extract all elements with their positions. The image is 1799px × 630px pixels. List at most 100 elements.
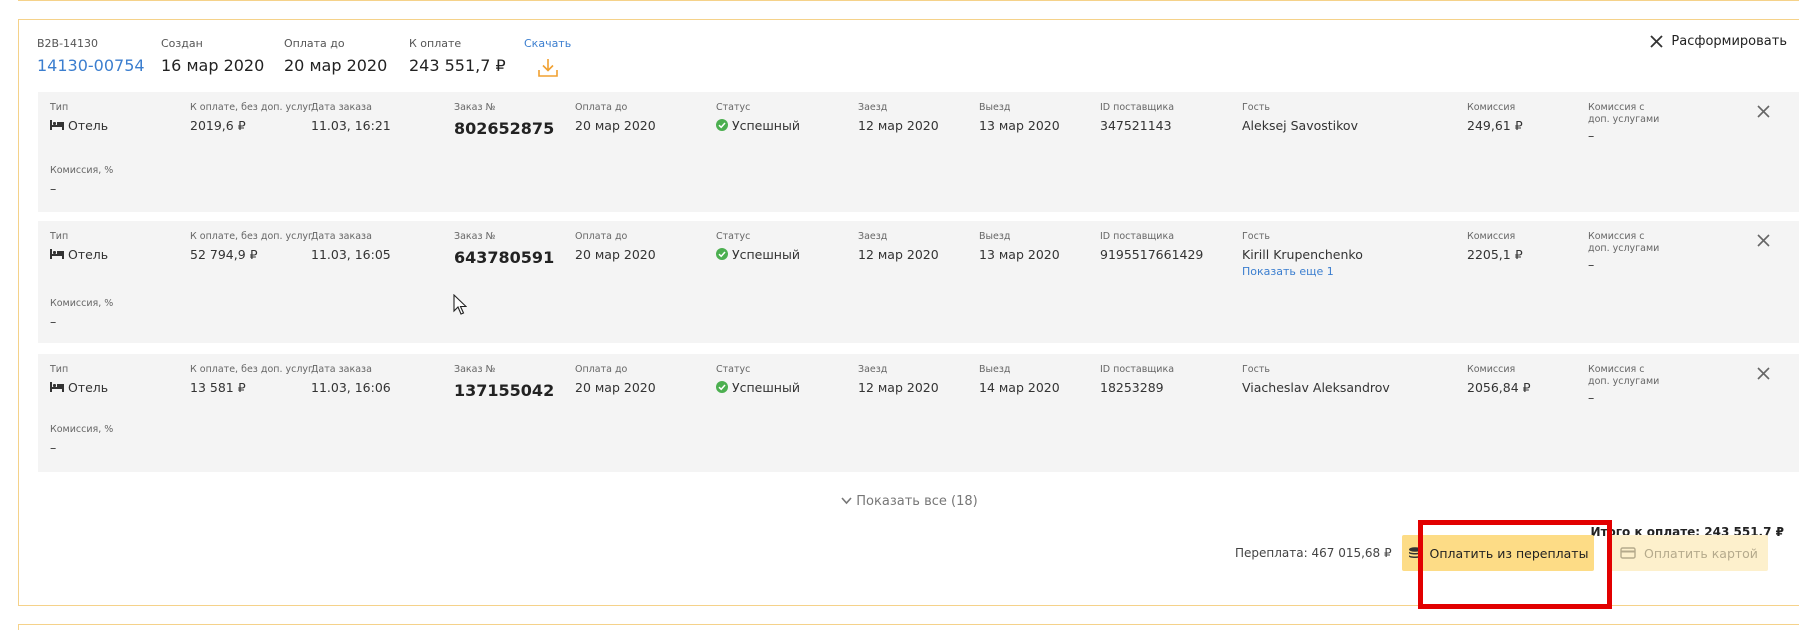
- status-value: Успешный: [716, 380, 800, 396]
- check-out-cell: Выезд 13 мар 2020: [979, 231, 1060, 263]
- status-label: Статус: [716, 231, 751, 242]
- commission-extras-value: –: [1588, 390, 1595, 405]
- status-text: Успешный: [732, 380, 800, 395]
- check-in-value: 12 мар 2020: [858, 380, 939, 395]
- commission-extras-value: –: [1588, 128, 1595, 143]
- type-text: Отель: [68, 247, 109, 262]
- created-label: Создан: [161, 37, 203, 50]
- status-value: Успешный: [716, 118, 800, 134]
- supplier-id-cell: ID поставщика 18253289: [1100, 364, 1174, 396]
- payment-due-cell: Оплата до 20 мар 2020: [575, 231, 656, 263]
- supplier-id-value: 347521143: [1100, 118, 1172, 133]
- commission-cell: Комиссия 2205,1 ₽: [1467, 231, 1523, 263]
- order-date-value: 11.03, 16:21: [311, 118, 391, 133]
- check-out-value: 13 мар 2020: [979, 247, 1060, 262]
- order-date-cell: Дата заказа 11.03, 16:06: [311, 364, 391, 396]
- guest-cell: Гость Aleksej Savostikov: [1242, 102, 1358, 134]
- check-in-label: Заезд: [858, 231, 888, 242]
- status-text: Успешный: [732, 247, 800, 262]
- commission-pct-value: –: [50, 314, 57, 329]
- check-out-label: Выезд: [979, 231, 1011, 242]
- order-no-value: 802652875: [454, 119, 555, 138]
- status-cell: Статус Успешный: [716, 364, 800, 396]
- commission-label: Комиссия: [1467, 102, 1516, 113]
- status-value: Успешный: [716, 247, 800, 263]
- type-label: Тип: [50, 102, 69, 113]
- order-date-value: 11.03, 16:06: [311, 380, 391, 395]
- commission-extras-cell: Комиссия с доп. услугами –: [1588, 364, 1668, 406]
- amount-value: 52 794,9 ₽: [190, 247, 258, 262]
- commission-value: 2056,84 ₽: [1467, 380, 1531, 395]
- credit-card-icon: [1620, 547, 1636, 559]
- commission-cell: Комиссия 2056,84 ₽: [1467, 364, 1531, 396]
- b2b-id: B2B-14130: [37, 37, 99, 50]
- guest-cell: Гость Kirill Krupenchenko Показать еще 1: [1242, 231, 1363, 279]
- order-date-cell: Дата заказа 11.03, 16:21: [311, 102, 391, 134]
- pay-by-card-button[interactable]: Оплатить картой: [1610, 535, 1768, 571]
- type-value: Отель: [50, 118, 108, 134]
- amount-label: К оплате, без доп. услуг: [190, 364, 314, 375]
- to-pay-label: К оплате: [409, 37, 462, 50]
- check-in-cell: Заезд 12 мар 2020: [858, 231, 939, 263]
- guest-label: Гость: [1242, 364, 1270, 375]
- commission-extras-label: Комиссия с доп. услугами: [1588, 102, 1660, 125]
- order-date-label: Дата заказа: [311, 102, 372, 113]
- check-in-cell: Заезд 12 мар 2020: [858, 364, 939, 396]
- order-date-value: 11.03, 16:05: [311, 247, 391, 262]
- amount-cell: К оплате, без доп. услуг 2019,6 ₽: [190, 102, 313, 134]
- check-out-label: Выезд: [979, 102, 1011, 113]
- supplier-id-cell: ID поставщика 347521143: [1100, 102, 1174, 134]
- commission-pct-value: –: [50, 440, 57, 455]
- check-out-value: 13 мар 2020: [979, 118, 1060, 133]
- commission-pct-cell: Комиссия, % –: [50, 424, 113, 456]
- download-label: Скачать: [524, 37, 572, 50]
- show-all-label: Показать все (18): [856, 494, 978, 509]
- commission-cell: Комиссия 249,61 ₽: [1467, 102, 1523, 134]
- type-label: Тип: [50, 231, 69, 242]
- status-cell: Статус Успешный: [716, 231, 800, 263]
- payment-due-value: 20 мар 2020: [575, 247, 656, 262]
- check-circle-icon: [716, 381, 728, 393]
- order-row: Тип Отель К оплате, без доп. услуг 2019,…: [38, 92, 1799, 212]
- type-cell: Тип Отель: [50, 364, 108, 396]
- created-value: 16 мар 2020: [161, 56, 265, 75]
- order-no-label: Заказ №: [454, 102, 496, 113]
- bed-icon: [50, 382, 64, 392]
- guest-value: Aleksej Savostikov: [1242, 118, 1358, 133]
- type-label: Тип: [50, 364, 69, 375]
- type-cell: Тип Отель: [50, 102, 108, 134]
- commission-extras-cell: Комиссия с доп. услугами –: [1588, 102, 1668, 144]
- order-no-value: 643780591: [454, 248, 555, 267]
- remove-order-close-icon[interactable]: [1757, 234, 1770, 247]
- payment-due-label: Оплата до: [575, 102, 628, 113]
- show-all-button[interactable]: Показать все (18): [19, 494, 1799, 509]
- bed-icon: [50, 120, 64, 130]
- remove-order-close-icon[interactable]: [1757, 105, 1770, 118]
- supplier-id-cell: ID поставщика 9195517661429: [1100, 231, 1203, 263]
- invoice-number-link[interactable]: 14130-00754: [37, 55, 145, 77]
- commission-label: Комиссия: [1467, 231, 1516, 242]
- amount-cell: К оплате, без доп. услуг 52 794,9 ₽: [190, 231, 313, 263]
- download-link[interactable]: Скачать: [524, 37, 571, 78]
- check-in-label: Заезд: [858, 364, 888, 375]
- check-in-cell: Заезд 12 мар 2020: [858, 102, 939, 134]
- payment-due-block: Оплата до 20 мар 2020: [284, 37, 387, 77]
- remove-order-close-icon[interactable]: [1757, 367, 1770, 380]
- amount-label: К оплате, без доп. услуг: [190, 102, 314, 113]
- order-row: Тип Отель К оплате, без доп. услуг 13 58…: [38, 354, 1799, 472]
- show-more-guests-link[interactable]: Показать еще 1: [1242, 265, 1363, 279]
- next-card-edge: [18, 624, 1799, 630]
- payment-due-value: 20 мар 2020: [284, 56, 388, 75]
- guest-value: Viacheslav Aleksandrov: [1242, 380, 1390, 395]
- payment-due-cell: Оплата до 20 мар 2020: [575, 364, 656, 396]
- commission-extras-value: –: [1588, 257, 1595, 272]
- commission-pct-label: Комиссия, %: [50, 165, 114, 176]
- payment-due-label: Оплата до: [284, 37, 345, 50]
- type-value: Отель: [50, 247, 108, 263]
- order-no-label: Заказ №: [454, 364, 496, 375]
- payment-due-label: Оплата до: [575, 231, 628, 242]
- disband-button[interactable]: Расформировать: [1650, 34, 1787, 49]
- commission-pct-label: Комиссия, %: [50, 298, 114, 309]
- supplier-id-label: ID поставщика: [1100, 231, 1175, 242]
- amount-value: 13 581 ₽: [190, 380, 246, 395]
